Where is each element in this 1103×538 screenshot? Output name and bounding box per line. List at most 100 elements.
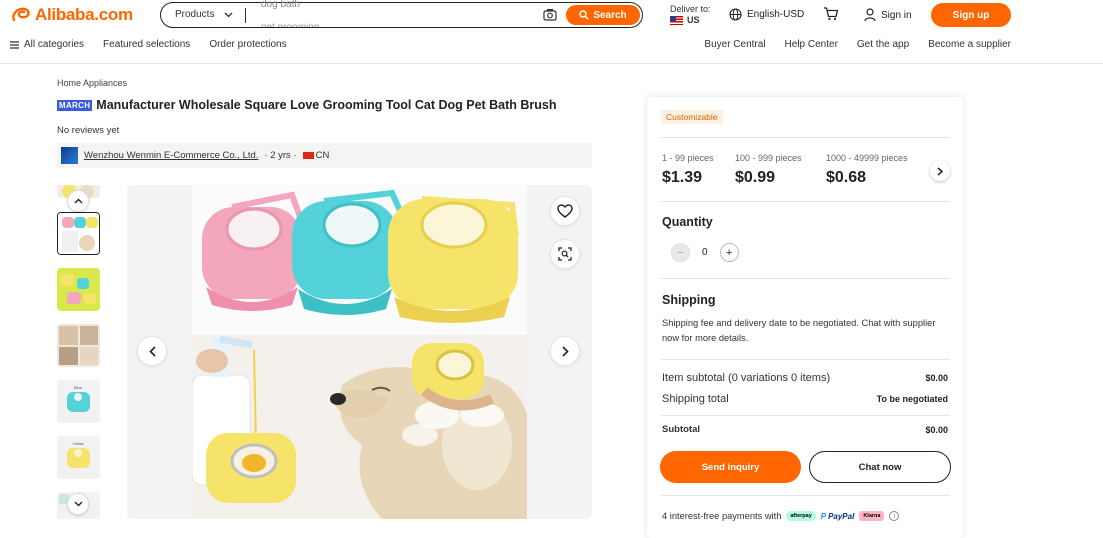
decrease-quantity-button[interactable]: −	[671, 243, 690, 262]
language-currency-selector[interactable]: English-USD	[729, 8, 804, 21]
top-header: Alibaba.com Products dog bath pet groomi…	[0, 0, 1103, 64]
us-flag-icon	[670, 16, 683, 25]
subtotal-label: Subtotal	[662, 424, 700, 435]
search-button[interactable]: Search	[566, 5, 640, 25]
product-main-image[interactable]	[192, 185, 527, 519]
product-gallery	[127, 185, 592, 519]
purchase-panel: Customizable 1 - 99 pieces $1.39 100 - 9…	[647, 97, 963, 538]
user-icon	[864, 8, 876, 22]
search-category-select[interactable]: Products	[175, 9, 233, 20]
nav-help-center[interactable]: Help Center	[785, 39, 838, 50]
shipping-info: Shipping fee and delivery date to be neg…	[662, 318, 936, 343]
thumbnail-3[interactable]	[57, 268, 100, 311]
image-search-icon	[558, 247, 572, 261]
pink-brush	[202, 191, 303, 311]
subtotal-value: $0.00	[925, 424, 948, 435]
price-tier-1: 1 - 99 pieces $1.39	[662, 153, 714, 187]
sign-in-link[interactable]: Sign in	[864, 8, 912, 22]
search-icon	[579, 10, 589, 20]
chevron-right-icon	[937, 166, 943, 176]
shipping-title: Shipping	[662, 293, 716, 307]
thumbnail-6-yellow[interactable]: Yellow	[57, 436, 100, 479]
shipping-total-row: Shipping total To be negotiated	[662, 393, 948, 405]
quantity-value[interactable]: 0	[702, 247, 708, 258]
installment-text: 4 interest-free payments with	[662, 511, 782, 521]
divider	[661, 137, 950, 138]
chat-now-button[interactable]: Chat now	[809, 451, 951, 483]
search-suggestion[interactable]: dog bath	[261, 0, 300, 10]
divider	[661, 201, 950, 202]
next-image-button[interactable]	[550, 336, 580, 366]
all-categories-menu[interactable]: All categories	[10, 39, 84, 50]
price-tier-3: 1000 - 49999 pieces $0.68	[826, 153, 908, 187]
deliver-to-label: Deliver to:	[670, 4, 711, 14]
thumbnail-strip: Blue Yellow	[57, 185, 100, 519]
nav-featured-selections[interactable]: Featured selections	[103, 39, 190, 50]
product-title: MARCH Manufacturer Wholesale Square Love…	[57, 98, 557, 112]
sign-up-button[interactable]: Sign up	[931, 3, 1011, 27]
increase-quantity-button[interactable]: +	[719, 243, 739, 262]
nav-get-the-app[interactable]: Get the app	[857, 39, 909, 50]
nav-become-a-supplier[interactable]: Become a supplier	[928, 39, 1011, 50]
thumbnail-label: Yellow	[72, 441, 84, 446]
alibaba-logo-icon	[12, 7, 30, 22]
yellow-brush	[388, 196, 519, 323]
add-to-favorites-button[interactable]	[550, 196, 580, 226]
price-tier-price: $0.68	[826, 169, 867, 186]
paypal-logo-text: PayPal	[828, 511, 855, 521]
supplier-name-link[interactable]: Wenzhou Wenmin E-Commerce Co., Ltd.	[84, 150, 258, 161]
yellow-brush-bottom	[206, 433, 296, 503]
thumbnail-4[interactable]	[57, 324, 100, 367]
previous-image-button[interactable]	[137, 336, 167, 366]
price-tier-price: $1.39	[662, 169, 703, 186]
promo-badge: MARCH	[57, 99, 93, 111]
paypal-logo: P PayPal	[821, 512, 855, 521]
shipping-total-label: Shipping total	[662, 393, 729, 405]
breadcrumb[interactable]: Home Appliances	[57, 78, 127, 88]
price-tier-price: $0.99	[735, 169, 776, 186]
cyan-brush	[292, 189, 405, 315]
supplier-bar: Wenzhou Wenmin E-Commerce Co., Ltd. · 2 …	[57, 143, 592, 168]
secondary-nav: Buyer Central Help Center Get the app Be…	[704, 39, 1011, 50]
thumbnails-scroll-up-button[interactable]	[67, 190, 89, 212]
supplier-country: CN	[302, 150, 330, 161]
search-suggestion[interactable]: pet grooming	[261, 23, 319, 27]
language-label: English-USD	[747, 9, 805, 20]
search-button-label: Search	[593, 9, 627, 21]
paypal-mark-icon: P	[820, 511, 826, 521]
logo-text: Alibaba.com	[35, 5, 133, 24]
item-subtotal-value: $0.00	[925, 373, 948, 383]
thumbnails-scroll-down-button[interactable]	[67, 493, 89, 515]
alibaba-logo[interactable]: Alibaba.com	[11, 5, 133, 25]
nav-order-protections[interactable]: Order protections	[209, 39, 286, 50]
thumbnail-5-blue[interactable]: Blue	[57, 380, 100, 423]
thumbnail-2-selected[interactable]	[57, 212, 100, 255]
reviews-status: No reviews yet	[57, 125, 120, 136]
supplier-logo	[61, 147, 78, 164]
supplier-country-code: CN	[315, 150, 330, 161]
afterpay-logo: afterpay	[786, 511, 816, 521]
product-title-text: Manufacturer Wholesale Square Love Groom…	[96, 98, 557, 112]
visual-search-button[interactable]	[550, 239, 580, 269]
search-category-label: Products	[175, 9, 215, 20]
shipping-total-value: To be negotiated	[876, 394, 948, 404]
divider	[661, 495, 950, 496]
camera-search-icon[interactable]	[543, 8, 557, 21]
main-nav: All categories Featured selections Order…	[10, 39, 287, 50]
menu-icon	[10, 40, 19, 49]
sign-in-label: Sign in	[881, 9, 912, 21]
deliver-to[interactable]: Deliver to: US	[670, 4, 711, 26]
next-price-tier-button[interactable]	[930, 161, 950, 181]
send-inquiry-button[interactable]: Send inquiry	[660, 451, 801, 483]
all-categories-label: All categories	[24, 39, 85, 50]
divider	[661, 415, 950, 416]
search-divider	[245, 8, 246, 23]
deliver-country: US	[687, 15, 700, 25]
cart-icon[interactable]	[823, 7, 839, 21]
info-icon[interactable]: i	[889, 511, 900, 521]
item-subtotal-label: Item subtotal (0 variations 0 items)	[662, 372, 831, 384]
thumbnail-label: Blue	[74, 385, 83, 390]
nav-buyer-central[interactable]: Buyer Central	[704, 39, 765, 50]
quantity-stepper[interactable]: − 0 +	[671, 243, 739, 262]
search-bar[interactable]: Products dog bath pet grooming Search	[160, 0, 643, 28]
